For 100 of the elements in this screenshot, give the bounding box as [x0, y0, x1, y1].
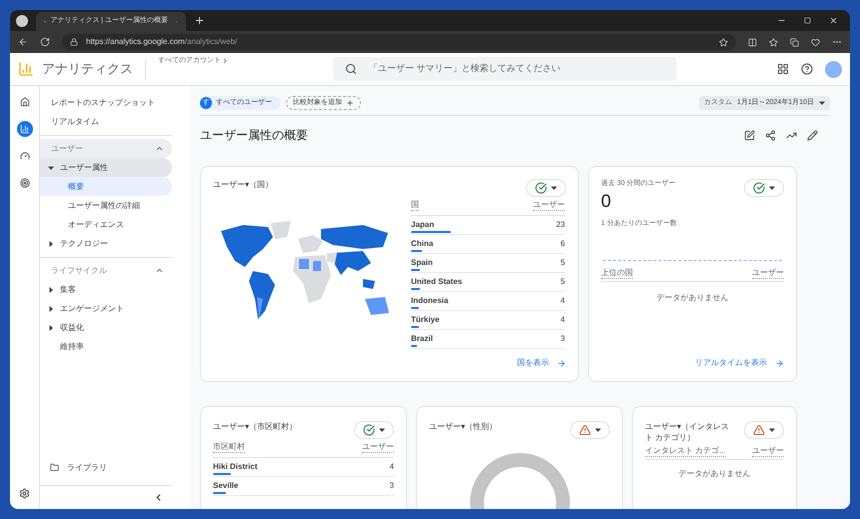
- caret-icon: [48, 324, 54, 330]
- country-name: China: [411, 239, 434, 248]
- apps-icon[interactable]: [777, 63, 789, 75]
- nav-subitem[interactable]: ユーザー属性の詳細: [40, 196, 172, 215]
- edit-icon[interactable]: [807, 130, 818, 140]
- plus-icon: [346, 99, 354, 107]
- caret-icon: [379, 427, 385, 433]
- search-field[interactable]: 「ユーザー サマリー」と検索してみてください: [333, 57, 677, 81]
- status-dropdown[interactable]: [354, 421, 394, 439]
- user-count: 3: [390, 481, 394, 490]
- view-realtime-link[interactable]: リアルタイムを表示: [695, 357, 784, 369]
- nav-subitem[interactable]: 概要: [40, 177, 172, 196]
- country-name: United States: [411, 277, 462, 286]
- heart-icon[interactable]: [811, 38, 820, 46]
- new-tab-icon[interactable]: [194, 15, 205, 26]
- card-title: ユーザー▾（性別）: [429, 421, 497, 433]
- user-count: 5: [560, 277, 565, 286]
- column-header: 上位の国: [601, 266, 633, 278]
- user-count: 3: [560, 334, 565, 343]
- country-name: Hiki District: [213, 462, 258, 471]
- caret-icon: [48, 286, 54, 292]
- caret-icon: [769, 185, 775, 191]
- user-count: 23: [556, 220, 565, 229]
- nav-section-header[interactable]: ライフサイクル: [40, 261, 172, 280]
- lock-icon: [70, 38, 78, 46]
- back-icon[interactable]: [18, 37, 28, 47]
- library-link[interactable]: ライブラリ: [40, 458, 172, 477]
- user-count: 6: [560, 239, 565, 248]
- split-screen-icon[interactable]: [748, 38, 757, 46]
- maximize-icon[interactable]: [804, 17, 811, 24]
- nav-subitem[interactable]: オーディエンス: [40, 215, 172, 234]
- nav-item[interactable]: ユーザー属性: [40, 158, 172, 177]
- chevron-up-icon: [155, 144, 164, 153]
- search-input[interactable]: 「ユーザー サマリー」と検索してみてください: [369, 62, 665, 76]
- card-title: ユーザー▾（国）: [213, 179, 273, 191]
- column-header: インタレスト カテゴ...: [645, 445, 726, 457]
- column-header: ユーザー: [362, 441, 394, 453]
- share-icon[interactable]: [765, 130, 776, 140]
- close-icon[interactable]: [829, 16, 838, 25]
- column-header: ユーザー: [533, 199, 565, 211]
- country-name: Brazil: [411, 334, 433, 343]
- user-count: 0: [601, 191, 612, 211]
- collections-icon[interactable]: [790, 38, 799, 46]
- reload-icon[interactable]: [40, 37, 50, 47]
- nav-item[interactable]: 収益化: [40, 318, 172, 337]
- caret-icon: [48, 240, 54, 246]
- status-dropdown[interactable]: [570, 421, 610, 439]
- arrow-right-icon: [775, 358, 784, 368]
- caret-icon: [48, 164, 54, 170]
- bar-chart-icon: [20, 124, 30, 134]
- status-dropdown[interactable]: [744, 179, 784, 197]
- rail-nav-button[interactable]: [16, 121, 32, 137]
- status-dropdown[interactable]: [526, 179, 566, 197]
- view-countries-link[interactable]: 国を表示: [517, 357, 566, 369]
- user-count: 5: [560, 258, 565, 267]
- profile-avatar[interactable]: [16, 14, 28, 26]
- home-icon: [20, 97, 30, 107]
- card-title: ユーザー▾（インタレスト カテゴリ）: [645, 421, 730, 443]
- empty-message: データがありません: [678, 468, 750, 480]
- nav-link[interactable]: リアルタイム: [40, 112, 172, 131]
- caret-icon: [595, 427, 601, 433]
- card-title: ユーザー▾（市区町村）: [213, 421, 297, 433]
- user-count: 4: [390, 462, 394, 471]
- url-text: https://analytics.google.com/analytics/web/: [86, 36, 238, 48]
- warning-icon: [753, 424, 765, 436]
- country-name: Japan: [411, 220, 434, 229]
- check-icon: [753, 182, 765, 194]
- caret-icon: [551, 185, 557, 191]
- favorites-icon[interactable]: [769, 38, 778, 46]
- help-icon[interactable]: [801, 63, 813, 75]
- nav-item[interactable]: テクノロジー: [40, 234, 172, 253]
- nav-link[interactable]: レポートのスナップショット: [40, 93, 172, 112]
- caret-icon: [819, 100, 825, 106]
- warning-icon: [579, 424, 591, 436]
- caret-icon: [769, 427, 775, 433]
- settings-icon[interactable]: [19, 488, 30, 499]
- gauge-icon: [20, 151, 30, 161]
- analytics-logo-icon: [18, 61, 34, 77]
- chevron-up-icon: [155, 266, 164, 275]
- nav-item[interactable]: エンゲージメント: [40, 299, 172, 318]
- page-title: ユーザー属性の概要: [200, 127, 309, 144]
- empty-message: データがありません: [656, 292, 728, 304]
- arrow-right-icon: [557, 358, 566, 368]
- country-name: Indonesia: [411, 296, 448, 305]
- chevron-right-icon: [221, 57, 229, 66]
- favorite-icon[interactable]: [719, 38, 728, 46]
- address-bar[interactable]: https://analytics.google.com/analytics/web/: [62, 34, 736, 50]
- caret-icon: [48, 306, 54, 312]
- country-name: Spain: [411, 258, 433, 267]
- customize-icon[interactable]: [744, 130, 755, 140]
- column-header: ユーザー: [752, 445, 784, 457]
- search-icon: [345, 63, 357, 75]
- nav-item[interactable]: 集客: [40, 280, 172, 299]
- folder-icon: [50, 463, 59, 472]
- target-icon: [20, 178, 30, 188]
- status-dropdown[interactable]: [744, 421, 784, 439]
- check-icon: [363, 424, 375, 436]
- nav-item[interactable]: 維持率: [40, 337, 172, 356]
- column-header: ユーザー: [752, 266, 784, 278]
- user-count: 4: [560, 296, 565, 305]
